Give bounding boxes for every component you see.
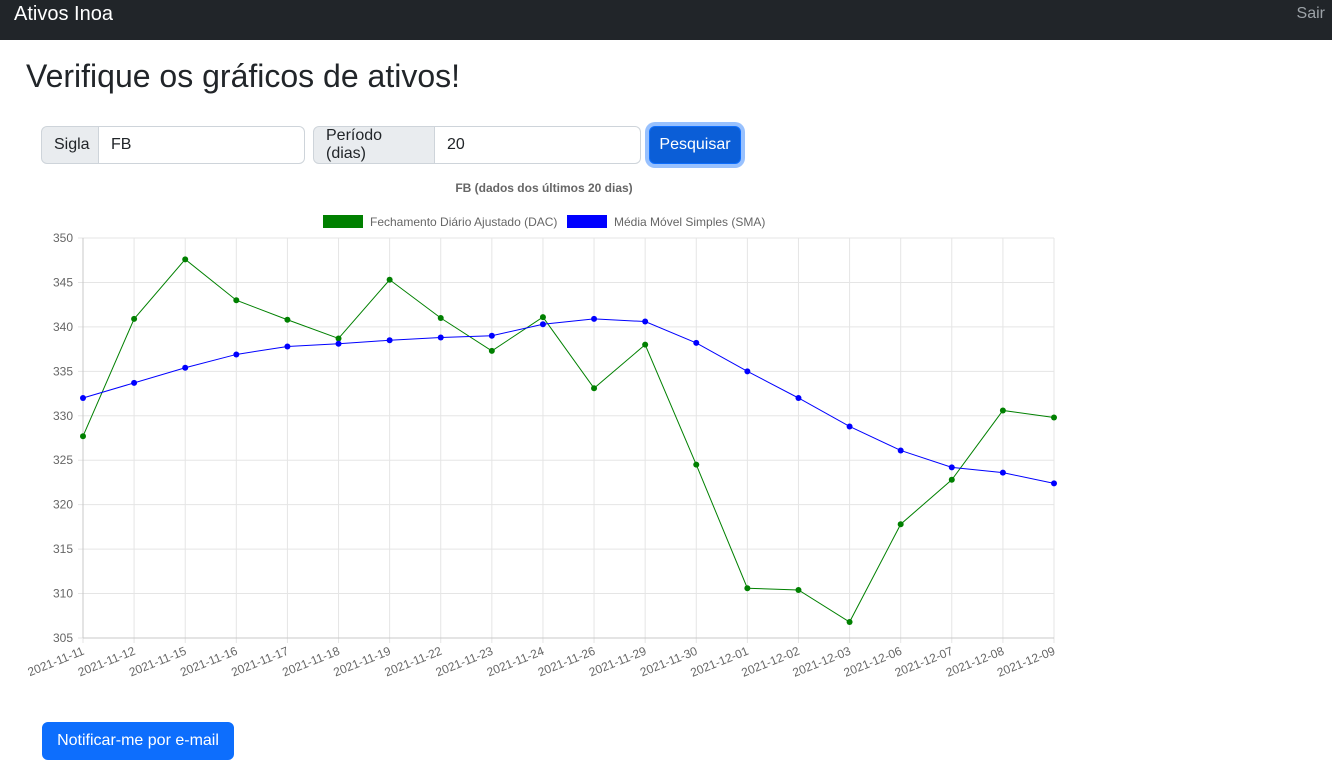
- data-point: [948, 464, 955, 471]
- data-point: [539, 321, 546, 328]
- x-tick-label: 2021-11-18: [280, 644, 342, 680]
- x-tick-label: 2021-11-29: [587, 644, 649, 680]
- data-point: [693, 461, 700, 468]
- y-tick-label: 315: [53, 542, 73, 556]
- data-point: [80, 433, 86, 440]
- x-tick-label: 2021-11-11: [26, 644, 87, 679]
- x-tick-label: 2021-11-17: [229, 644, 291, 680]
- series-line: [82, 258, 1055, 623]
- data-point: [488, 347, 495, 354]
- y-tick-label: 310: [53, 587, 73, 601]
- x-tick-label: 2021-11-16: [178, 644, 240, 680]
- data-point: [386, 276, 393, 283]
- data-point: [488, 332, 495, 339]
- data-point: [591, 385, 598, 392]
- period-input[interactable]: [435, 126, 641, 164]
- data-point: [744, 368, 751, 375]
- data-point: [642, 341, 649, 348]
- x-tick-label: 2021-11-26: [536, 644, 598, 680]
- x-tick-label: 2021-12-02: [739, 644, 801, 680]
- legend-swatch: [323, 215, 363, 228]
- data-point: [744, 585, 751, 592]
- data-point: [693, 339, 700, 346]
- logout-link[interactable]: Sair: [1297, 4, 1325, 24]
- period-label: Período (dias): [313, 126, 435, 164]
- data-point: [437, 334, 444, 341]
- data-point: [795, 395, 802, 401]
- symbol-input[interactable]: [99, 126, 305, 164]
- data-point: [335, 335, 342, 342]
- search-button[interactable]: Pesquisar: [649, 126, 741, 164]
- y-tick-label: 330: [53, 409, 73, 423]
- data-point: [182, 364, 189, 371]
- data-point: [999, 469, 1006, 476]
- data-point: [999, 407, 1006, 414]
- page-title: Verifique os gráficos de ativos!: [26, 58, 461, 94]
- y-tick-label: 340: [53, 320, 73, 334]
- y-tick-label: 345: [53, 275, 73, 289]
- data-point: [846, 619, 853, 625]
- line-chart: 305 310 315 320 325 330 335 340 345 350 2021-11-11…: [26, 181, 1058, 680]
- y-tick-label: 350: [53, 231, 73, 245]
- data-point: [1051, 480, 1057, 487]
- data-point: [284, 343, 291, 350]
- data-point: [642, 318, 649, 325]
- data-point: [131, 315, 138, 322]
- x-tick-label: 2021-11-24: [485, 644, 547, 680]
- data-point: [80, 395, 86, 401]
- y-tick-label: 320: [53, 498, 73, 512]
- symbol-input-group: Sigla: [41, 126, 305, 164]
- chart-title: FB (dados dos últimos 20 dias): [455, 181, 632, 195]
- legend-label: Fechamento Diário Ajustado (DAC): [370, 215, 557, 229]
- x-tick-label: 2021-11-15: [127, 644, 189, 680]
- data-point: [1051, 414, 1057, 421]
- x-tick-label: 2021-12-06: [842, 644, 904, 680]
- y-tick-label: 335: [53, 364, 73, 378]
- data-point: [897, 521, 904, 528]
- series-line: [82, 318, 1055, 484]
- data-point: [335, 340, 342, 347]
- notify-email-button[interactable]: Notificar-me por e-mail: [42, 722, 234, 760]
- data-point: [539, 314, 546, 321]
- x-tick-label: 2021-11-22: [383, 644, 445, 680]
- data-point: [131, 379, 138, 386]
- period-input-group: Período (dias): [313, 126, 641, 164]
- symbol-label: Sigla: [41, 126, 99, 164]
- data-point: [386, 337, 393, 344]
- x-tick-label: 2021-11-19: [331, 644, 393, 680]
- data-point: [233, 297, 240, 304]
- data-point: [437, 315, 444, 321]
- chart-container: 305 310 315 320 325 330 335 340 345 350 2021-11-11…: [0, 170, 1080, 715]
- data-point: [233, 351, 240, 358]
- x-tick-label: 2021-11-23: [434, 644, 496, 680]
- legend-label: Média Móvel Simples (SMA): [614, 215, 765, 229]
- data-point: [948, 476, 955, 483]
- navbar: Ativos Inoa Sair: [0, 0, 1332, 40]
- data-point: [897, 447, 904, 454]
- x-tick-label: 2021-12-08: [944, 644, 1006, 680]
- legend-swatch: [567, 215, 607, 228]
- data-point: [591, 315, 598, 322]
- data-point: [182, 256, 189, 263]
- x-tick-label: 2021-12-01: [688, 644, 750, 680]
- x-tick-label: 2021-11-12: [76, 644, 138, 680]
- data-point: [846, 423, 853, 430]
- y-tick-label: 325: [53, 453, 73, 467]
- brand-link[interactable]: Ativos Inoa: [14, 2, 113, 26]
- y-tick-label: 305: [53, 631, 73, 645]
- x-tick-label: 2021-12-07: [893, 644, 955, 680]
- x-tick-label: 2021-12-09: [995, 644, 1057, 680]
- data-point: [284, 316, 291, 323]
- data-point: [795, 587, 802, 593]
